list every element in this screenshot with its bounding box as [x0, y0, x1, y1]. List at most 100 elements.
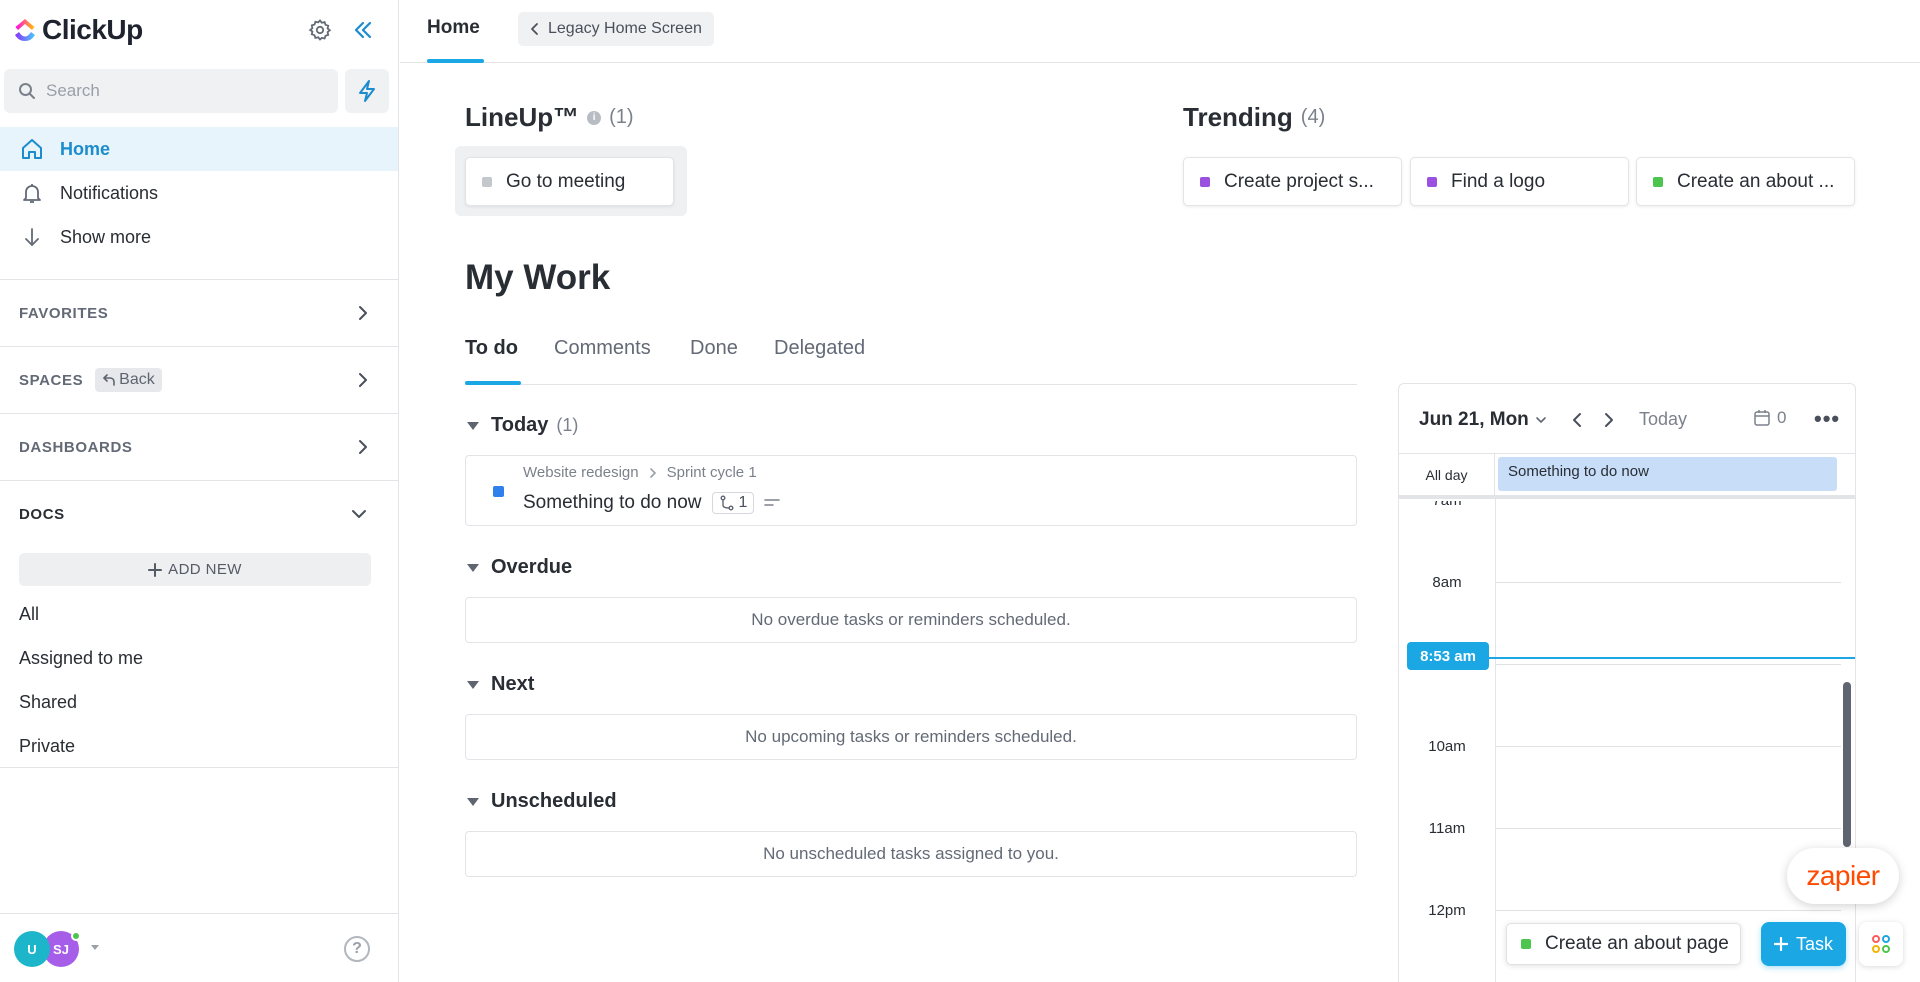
chevron-right-icon	[359, 440, 367, 454]
zapier-launcher[interactable]: zapier	[1787, 848, 1899, 904]
task-status-square[interactable]	[493, 486, 504, 497]
more-options-icon[interactable]: •••	[1814, 406, 1840, 432]
section-spaces[interactable]: SPACES Back	[0, 346, 398, 413]
section-dashboards[interactable]: DASHBOARDS	[0, 413, 398, 480]
trending-card[interactable]: Find a logo	[1410, 157, 1629, 206]
section-docs[interactable]: DOCS	[0, 480, 398, 547]
all-day-event[interactable]: Something to do now	[1498, 457, 1837, 491]
sidebar-item-show-more[interactable]: Show more	[0, 215, 398, 259]
apps-grid-button[interactable]	[1859, 922, 1903, 966]
calendar-scrollbar[interactable]	[1843, 682, 1851, 847]
quick-actions-button[interactable]	[345, 69, 389, 113]
sidebar-item-notifications[interactable]: Notifications	[0, 171, 398, 215]
task-name[interactable]: Something to do now	[523, 492, 702, 514]
collapse-triangle-icon	[467, 421, 479, 430]
spaces-back-button[interactable]: Back	[95, 368, 162, 392]
subtask-count: 1	[738, 494, 748, 511]
section-favorites[interactable]: FAVORITES	[0, 279, 398, 346]
status-square	[1427, 176, 1437, 187]
sidebar-item-label: Show more	[60, 226, 152, 247]
calendar-date-picker[interactable]: Jun 21, Mon	[1419, 409, 1547, 431]
sidebar-item-label: Home	[60, 138, 111, 159]
chevron-left-icon	[531, 23, 538, 35]
section-label: SPACES	[19, 371, 84, 389]
breadcrumb-list[interactable]: Website redesign	[523, 464, 639, 481]
chevron-down-icon	[352, 510, 366, 518]
my-work-title: My Work	[465, 258, 611, 297]
tray-item-label: Create an about page	[1545, 933, 1729, 954]
chevron-right-icon	[359, 306, 367, 320]
collapse-triangle-icon	[467, 680, 479, 689]
group-overdue-toggle[interactable]: Overdue	[467, 556, 572, 579]
sidebar-item-label: Notifications	[60, 182, 159, 203]
tab-todo[interactable]: To do	[465, 337, 518, 360]
collapse-triangle-icon	[467, 797, 479, 806]
divider	[0, 913, 398, 914]
hour-line	[1496, 910, 1841, 911]
section-label: DASHBOARDS	[19, 438, 133, 456]
hour-label-8am: 8am	[1432, 574, 1462, 591]
avatar-user[interactable]: U	[14, 931, 50, 967]
trending-title: Trending	[1183, 102, 1293, 132]
search-placeholder: Search	[46, 81, 100, 100]
next-day-icon[interactable]	[1603, 411, 1615, 429]
hour-label-10am: 10am	[1428, 738, 1466, 755]
section-label: FAVORITES	[19, 304, 109, 322]
tabs-underline	[465, 384, 1357, 385]
lineup-count: (1)	[609, 106, 634, 128]
group-next-toggle[interactable]: Next	[467, 673, 534, 696]
arrow-down-icon	[25, 228, 39, 246]
new-task-button[interactable]: Task	[1761, 922, 1846, 966]
undo-arrow-icon	[103, 374, 115, 386]
doc-link-private[interactable]: Private	[19, 736, 75, 757]
tab-comments[interactable]: Comments	[554, 337, 651, 360]
group-label: Next	[491, 673, 535, 695]
legacy-label: Legacy Home Screen	[548, 20, 702, 37]
plus-icon	[148, 562, 163, 577]
tab-delegated[interactable]: Delegated	[774, 337, 865, 360]
status-square	[482, 176, 492, 187]
collapse-triangle-icon	[467, 563, 479, 572]
card-label: Find a logo	[1451, 170, 1546, 192]
clickup-logo[interactable]: ClickUp	[12, 14, 143, 46]
breadcrumb-sprint[interactable]: Sprint cycle 1	[667, 464, 757, 481]
group-unscheduled-toggle[interactable]: Unscheduled	[467, 790, 617, 813]
task-button-label: Task	[1795, 933, 1833, 954]
zapier-logo: zapier	[1806, 860, 1880, 891]
help-icon[interactable]: ?	[344, 936, 370, 962]
collapse-sidebar-icon[interactable]	[349, 16, 377, 44]
overdue-empty-state: No overdue tasks or reminders scheduled.	[465, 597, 1357, 643]
doc-link-assigned[interactable]: Assigned to me	[19, 648, 143, 669]
next-empty-state: No upcoming tasks or reminders scheduled…	[465, 714, 1357, 760]
tab-done[interactable]: Done	[690, 337, 738, 360]
top-header: Home Legacy Home Screen	[400, 0, 1920, 63]
caret-down-icon[interactable]	[90, 944, 100, 952]
trending-card[interactable]: Create project s...	[1183, 157, 1402, 206]
task-row[interactable]: Website redesign Sprint cycle 1 Somethin…	[465, 455, 1357, 526]
settings-gear-icon[interactable]	[306, 16, 334, 44]
subtask-count-badge[interactable]: 1	[711, 492, 755, 514]
add-new-doc-button[interactable]: ADD NEW	[19, 553, 371, 586]
status-square	[1200, 176, 1210, 187]
search-input[interactable]: Search	[4, 69, 338, 113]
info-icon[interactable]: i	[587, 110, 602, 125]
previous-day-icon[interactable]	[1571, 411, 1583, 429]
chevron-right-icon	[359, 373, 367, 387]
status-square	[1521, 939, 1531, 949]
hour-line	[1496, 828, 1841, 829]
doc-link-all[interactable]: All	[19, 604, 39, 625]
all-day-row: All day Something to do now	[1399, 454, 1855, 499]
sidebar-item-home[interactable]: Home	[0, 127, 398, 171]
calendar-task-count[interactable]: 0	[1753, 408, 1786, 428]
current-time-line	[1479, 657, 1855, 659]
legacy-home-screen-button[interactable]: Legacy Home Screen	[518, 12, 714, 46]
active-tab-indicator	[427, 59, 484, 63]
today-button[interactable]: Today	[1639, 409, 1687, 430]
doc-link-shared[interactable]: Shared	[19, 692, 77, 713]
trending-card[interactable]: Create an about ...	[1636, 157, 1855, 206]
group-today-toggle[interactable]: Today (1)	[467, 414, 578, 437]
task-tray-item[interactable]: Create an about page	[1506, 923, 1741, 965]
group-count: (1)	[556, 415, 579, 435]
tab-home[interactable]: Home	[427, 17, 480, 39]
lineup-card[interactable]: Go to meeting	[465, 157, 674, 206]
